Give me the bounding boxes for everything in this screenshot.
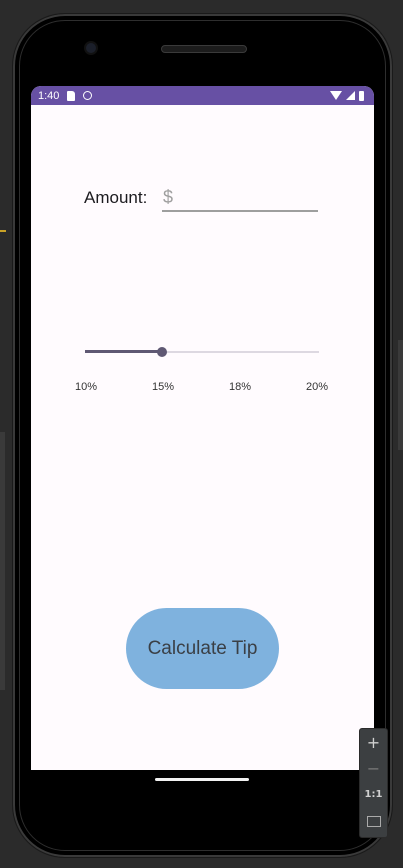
battery-icon — [359, 90, 364, 101]
slider-label-10: 10% — [75, 381, 98, 393]
slider-label-15: 15% — [152, 381, 175, 393]
front-camera — [86, 43, 96, 53]
calculate-tip-button[interactable]: Calculate Tip — [126, 608, 279, 689]
ide-gutter-mark — [398, 340, 403, 450]
status-time: 1:40 — [38, 89, 60, 102]
zoom-in-button[interactable]: + — [360, 731, 387, 755]
status-bar: 1:40 — [31, 86, 374, 105]
gesture-nav-handle[interactable] — [155, 778, 249, 781]
slider-labels: 10% 15% 18% 20% — [75, 381, 330, 395]
slider-track-active[interactable] — [85, 350, 162, 353]
ide-gutter-mark — [0, 230, 6, 232]
app-screen: 1:40 Amount: 10% 15% 18% 20% Calculate T… — [31, 86, 374, 770]
zoom-fit-button[interactable] — [360, 809, 387, 833]
earpiece-speaker — [161, 45, 247, 53]
status-right-icons — [330, 90, 364, 101]
amount-input[interactable] — [162, 184, 319, 210]
wifi-icon — [330, 91, 342, 100]
tip-percentage-slider[interactable] — [85, 342, 319, 362]
amount-label: Amount: — [84, 188, 148, 207]
slider-thumb[interactable] — [157, 347, 167, 357]
sd-card-icon — [67, 90, 76, 101]
zoom-out-button[interactable]: − — [360, 757, 387, 781]
slider-label-20: 20% — [306, 381, 329, 393]
ide-gutter-mark — [0, 432, 5, 690]
emulator-zoom-panel: + − 1:1 — [359, 728, 388, 838]
signal-icon — [346, 91, 355, 100]
zoom-actual-size-button[interactable]: 1:1 — [360, 783, 387, 807]
fit-screen-icon — [366, 816, 381, 827]
notification-circle-icon — [83, 91, 93, 100]
slider-label-18: 18% — [229, 381, 252, 393]
amount-field[interactable] — [162, 184, 319, 212]
